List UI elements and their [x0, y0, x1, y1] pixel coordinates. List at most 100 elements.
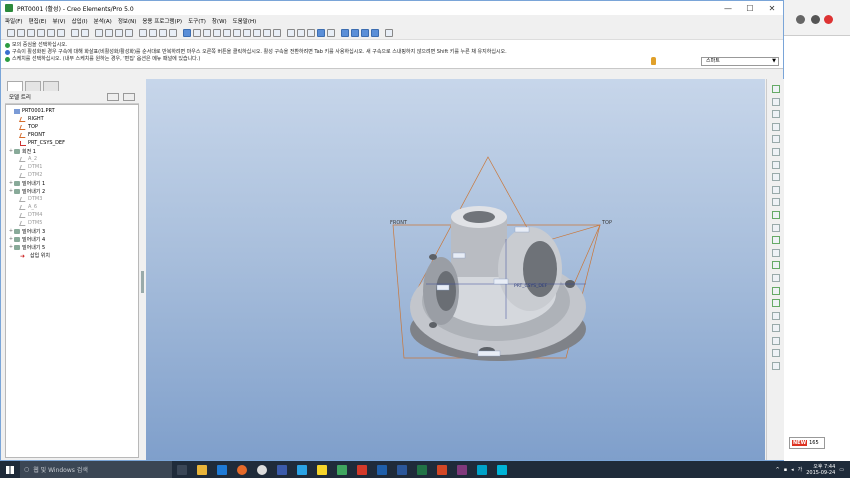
select-box-icon[interactable]: [169, 28, 177, 37]
revolve-tool-icon[interactable]: [771, 198, 780, 207]
saved-views-icon[interactable]: [263, 28, 271, 37]
app-icon[interactable]: [497, 464, 507, 475]
kakaotalk-icon[interactable]: [317, 464, 327, 475]
menu-analysis[interactable]: 분석(A): [94, 17, 112, 25]
draft-tool-icon[interactable]: [771, 273, 780, 282]
wireframe-icon[interactable]: [287, 28, 295, 37]
close-button[interactable]: ✕: [761, 4, 783, 13]
front-plane-label[interactable]: FRONT: [390, 220, 408, 226]
menu-info[interactable]: 정보(N): [118, 17, 137, 25]
spin-center-icon[interactable]: [183, 28, 191, 37]
notification-icon[interactable]: ▭: [839, 467, 844, 473]
edge-icon[interactable]: [217, 464, 227, 475]
model-tree-item[interactable]: DTM4: [6, 211, 138, 219]
model-tree-item[interactable]: DTM1: [6, 163, 138, 171]
outlook-icon[interactable]: [377, 464, 387, 475]
model-tree-item[interactable]: DTM3: [6, 195, 138, 203]
csys-tool-icon[interactable]: [771, 147, 780, 156]
model-tree-item[interactable]: FRONT: [6, 131, 138, 139]
view-manager-icon[interactable]: [203, 28, 211, 37]
open-file-icon[interactable]: [17, 28, 25, 37]
model-tree-item[interactable]: + 밀어내기 3: [6, 227, 138, 235]
file-explorer-icon[interactable]: [197, 464, 207, 475]
browser-profile-icon[interactable]: [811, 15, 820, 24]
rib-tool-icon[interactable]: [771, 261, 780, 270]
word-icon[interactable]: [397, 464, 407, 475]
model-tree-item[interactable]: A_2: [6, 155, 138, 163]
round-tool-icon[interactable]: [771, 286, 780, 295]
regen-manager-icon[interactable]: [149, 28, 157, 37]
model-tree-item[interactable]: + 밀어내기 2: [6, 187, 138, 195]
reorient-icon[interactable]: [253, 28, 261, 37]
maximize-button[interactable]: ☐: [739, 4, 761, 13]
taskbar-search-box[interactable]: ○ 웹 및 Windows 검색: [20, 461, 172, 478]
sketch-edit-icon[interactable]: [771, 173, 780, 182]
copy-icon[interactable]: [105, 28, 113, 37]
layers-icon[interactable]: [273, 28, 281, 37]
menu-file[interactable]: 파일(F): [5, 17, 23, 25]
chamfer-tool-icon[interactable]: [771, 299, 780, 308]
datum-axis-tool-icon[interactable]: [771, 110, 780, 119]
csys-toggle-icon[interactable]: [371, 28, 379, 37]
onenote-icon[interactable]: [457, 464, 467, 475]
chrome-icon[interactable]: [257, 464, 267, 475]
top-plane-label[interactable]: TOP: [601, 220, 612, 226]
tab-folder-browser[interactable]: [25, 81, 41, 91]
no-hidden-icon[interactable]: [307, 28, 315, 37]
menu-view[interactable]: 뷰(V): [52, 17, 65, 25]
menu-edit[interactable]: 편집(E): [29, 17, 47, 25]
minimize-button[interactable]: —: [717, 4, 739, 13]
email-link-icon[interactable]: [57, 28, 65, 37]
selection-filter-dropdown[interactable]: 스마트 ▼: [701, 57, 779, 66]
panel-splitter[interactable]: [141, 271, 144, 293]
extrude-tool-icon[interactable]: [771, 185, 780, 194]
tree-settings-icon[interactable]: [107, 93, 119, 101]
excel-icon[interactable]: [417, 464, 427, 475]
mirror-tool-icon[interactable]: [771, 324, 780, 333]
hole-tool-icon[interactable]: [771, 236, 780, 245]
datum-planes-toggle-icon[interactable]: [341, 28, 349, 37]
enhanced-realism-icon[interactable]: [327, 28, 335, 37]
menu-insert[interactable]: 삽입(I): [72, 17, 88, 25]
volume-icon[interactable]: ◂: [791, 467, 794, 473]
browser-menu-icon[interactable]: [796, 15, 805, 24]
show-hidden-icons-icon[interactable]: ^: [775, 467, 779, 473]
network-icon[interactable]: ▪: [784, 467, 787, 473]
shell-tool-icon[interactable]: [771, 248, 780, 257]
csys-label[interactable]: PRT_CSYS_DEF: [514, 283, 548, 289]
email-icon[interactable]: [47, 28, 55, 37]
graphics-window[interactable]: FRONT TOP PRT_CSYS_DEF: [146, 79, 765, 460]
model-tree-item[interactable]: + 밀어내기 5: [6, 243, 138, 251]
new-file-icon[interactable]: [7, 28, 15, 37]
zoom-out-icon[interactable]: [233, 28, 241, 37]
menu-help[interactable]: 도움말(H): [233, 17, 257, 25]
start-button[interactable]: [0, 461, 20, 478]
refit-icon[interactable]: [243, 28, 251, 37]
tab-favorites[interactable]: [43, 81, 59, 91]
paste-icon[interactable]: [115, 28, 123, 37]
redo-icon[interactable]: [81, 28, 89, 37]
model-tree-item[interactable]: + 밀어내기 1: [6, 179, 138, 187]
analysis-tool-icon[interactable]: [771, 160, 780, 169]
model-tree-item[interactable]: PRT0001.PRT: [6, 107, 138, 115]
orient-mode-icon[interactable]: [193, 28, 201, 37]
model-tree-item[interactable]: DTM5: [6, 219, 138, 227]
print-icon[interactable]: [37, 28, 45, 37]
extend-tool-icon[interactable]: [771, 362, 780, 371]
tab-model-tree[interactable]: [7, 81, 23, 91]
merge-tool-icon[interactable]: [771, 336, 780, 345]
model-tree-item[interactable]: DTM2: [6, 171, 138, 179]
hidden-line-icon[interactable]: [297, 28, 305, 37]
facebook-icon[interactable]: [277, 464, 287, 475]
system-clock[interactable]: 오후 7:44 2015-09-24: [806, 464, 835, 476]
background-badge[interactable]: NEW 165: [789, 437, 825, 449]
menu-tools[interactable]: 도구(T): [188, 17, 206, 25]
model-tree-item[interactable]: + 밀어내기 4: [6, 235, 138, 243]
powerpoint-icon[interactable]: [437, 464, 447, 475]
model-tree-item[interactable]: RIGHT: [6, 115, 138, 123]
model-tree-item[interactable]: ➜ 삽입 위치: [6, 251, 138, 260]
regenerate-icon[interactable]: [139, 28, 147, 37]
save-icon[interactable]: [27, 28, 35, 37]
creo-task-icon[interactable]: [337, 464, 347, 475]
browser-extension-icon[interactable]: [824, 15, 833, 24]
